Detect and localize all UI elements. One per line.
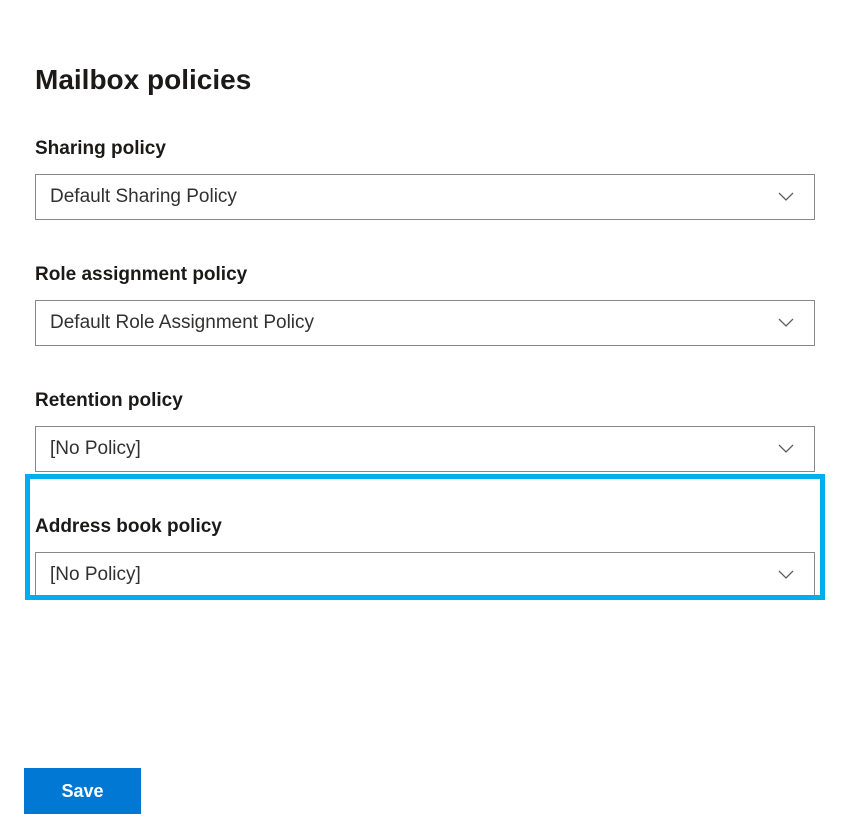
sharing-policy-group: Sharing policy Default Sharing Policy [35, 138, 815, 220]
chevron-down-icon [772, 435, 800, 463]
page-title: Mailbox policies [35, 64, 815, 96]
address-book-policy-group: Address book policy [No Policy] [35, 516, 815, 598]
sharing-policy-label: Sharing policy [35, 138, 815, 160]
retention-policy-value: [No Policy] [50, 438, 772, 460]
address-book-policy-dropdown[interactable]: [No Policy] [35, 552, 815, 598]
retention-policy-dropdown[interactable]: [No Policy] [35, 426, 815, 472]
mailbox-policies-container: Mailbox policies Sharing policy Default … [0, 0, 845, 598]
retention-policy-group: Retention policy [No Policy] [35, 390, 815, 472]
address-book-policy-value: [No Policy] [50, 564, 772, 586]
sharing-policy-dropdown[interactable]: Default Sharing Policy [35, 174, 815, 220]
role-assignment-policy-label: Role assignment policy [35, 264, 815, 286]
chevron-down-icon [772, 183, 800, 211]
chevron-down-icon [772, 309, 800, 337]
sharing-policy-value: Default Sharing Policy [50, 186, 772, 208]
role-assignment-policy-value: Default Role Assignment Policy [50, 312, 772, 334]
retention-policy-label: Retention policy [35, 390, 815, 412]
role-assignment-policy-dropdown[interactable]: Default Role Assignment Policy [35, 300, 815, 346]
chevron-down-icon [772, 561, 800, 589]
address-book-policy-label: Address book policy [35, 516, 815, 538]
save-button[interactable]: Save [24, 768, 141, 814]
role-assignment-policy-group: Role assignment policy Default Role Assi… [35, 264, 815, 346]
